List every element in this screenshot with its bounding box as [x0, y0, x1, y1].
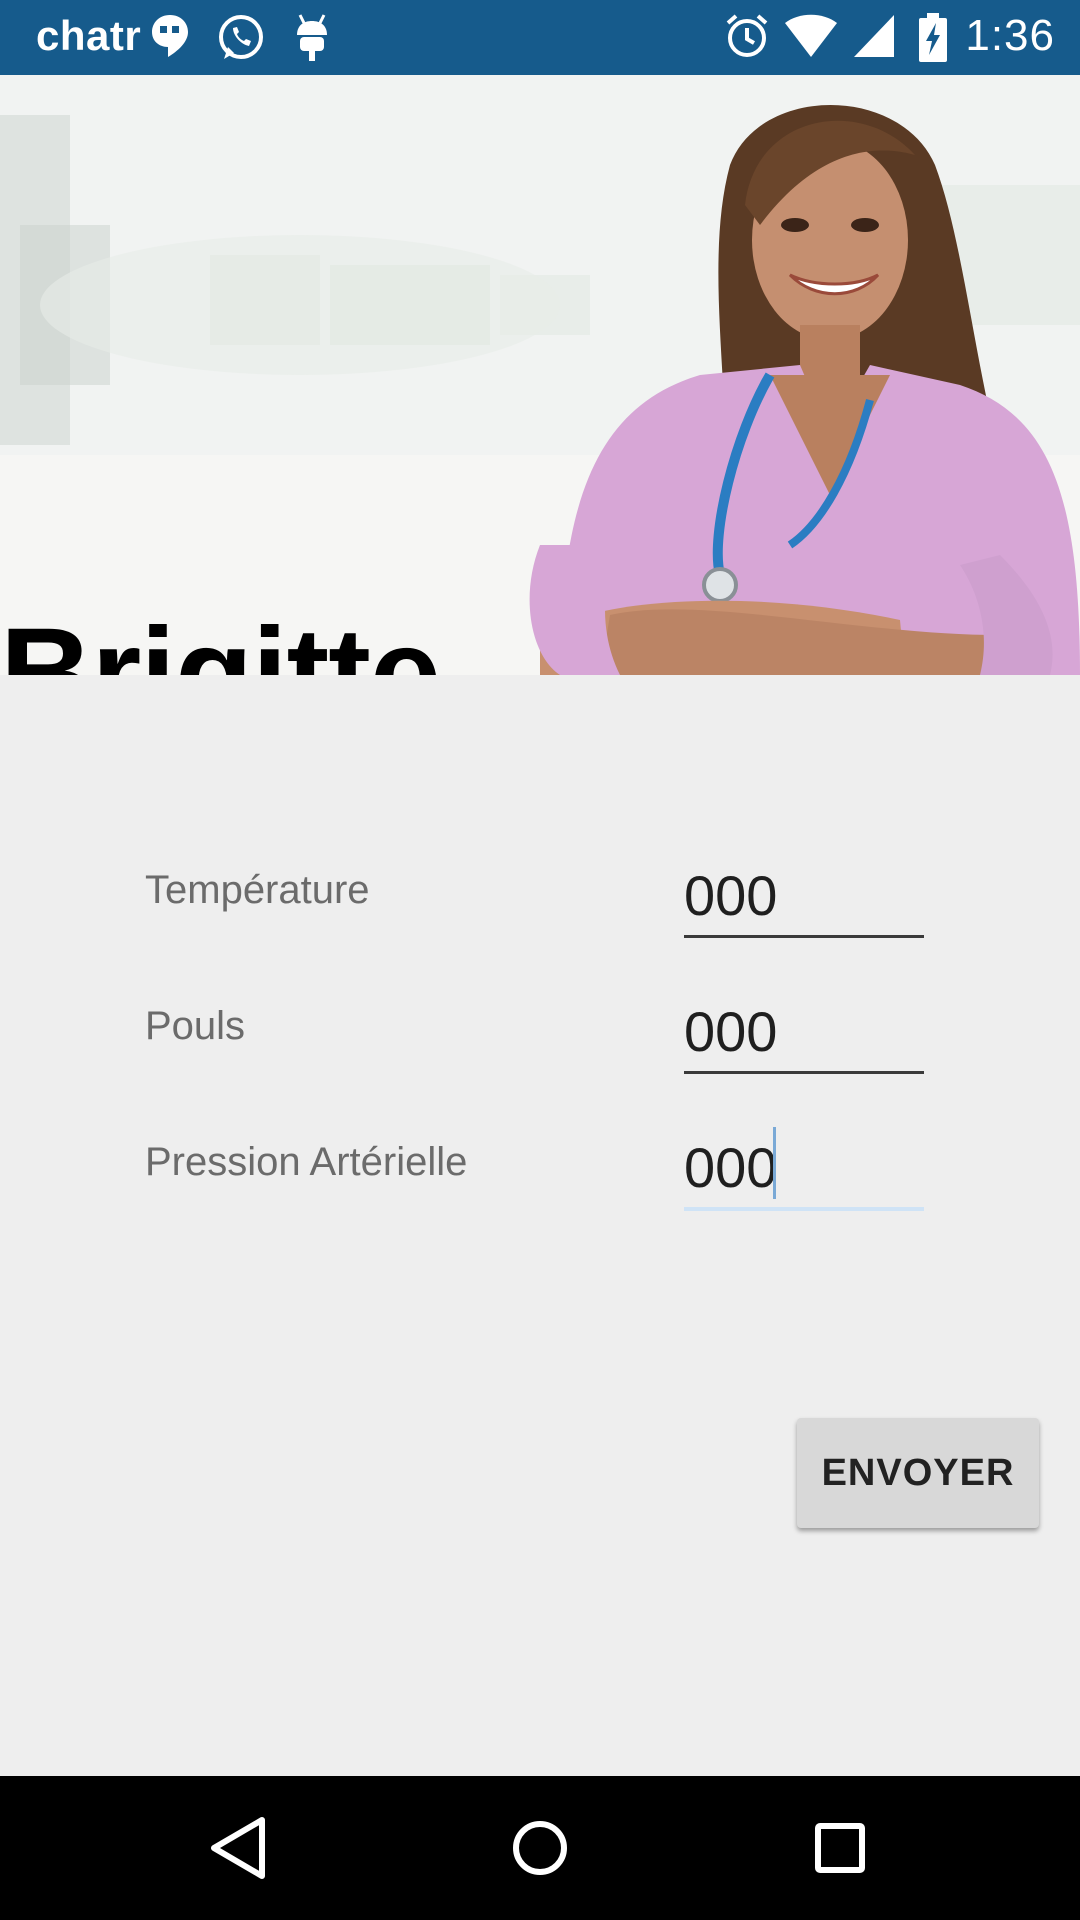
- blood-pressure-input[interactable]: [684, 1127, 924, 1211]
- send-button[interactable]: ENVOYER: [797, 1418, 1039, 1528]
- android-debug-icon: [294, 13, 330, 68]
- temperature-input[interactable]: [684, 855, 924, 938]
- pulse-input[interactable]: [684, 991, 924, 1074]
- patient-name: Brigitte: [0, 602, 441, 676]
- whatsapp-icon: [216, 13, 266, 68]
- header-image: Brigitte: [0, 75, 1080, 675]
- recents-icon[interactable]: [800, 1808, 880, 1888]
- back-icon[interactable]: [200, 1808, 280, 1888]
- temperature-label: Température: [145, 868, 370, 912]
- blood-pressure-label: Pression Artérielle: [145, 1140, 468, 1184]
- app-screen: chatr 1:36 Brigitte Température 000 Poul…: [0, 0, 1080, 1920]
- clock: 1:36: [965, 11, 1055, 60]
- text-cursor: [773, 1127, 776, 1199]
- alarm-icon: [724, 13, 770, 64]
- status-bar: chatr 1:36: [0, 0, 1080, 75]
- navigation-bar: [0, 1776, 1080, 1920]
- pulse-label: Pouls: [145, 1004, 246, 1048]
- nurse-photo: [0, 75, 1080, 675]
- carrier-name: chatr: [36, 12, 142, 59]
- battery-charging-icon: [918, 13, 948, 68]
- home-icon[interactable]: [500, 1808, 580, 1888]
- wifi-icon: [784, 13, 838, 64]
- signal-icon: [852, 13, 896, 64]
- hangouts-icon: [150, 13, 190, 64]
